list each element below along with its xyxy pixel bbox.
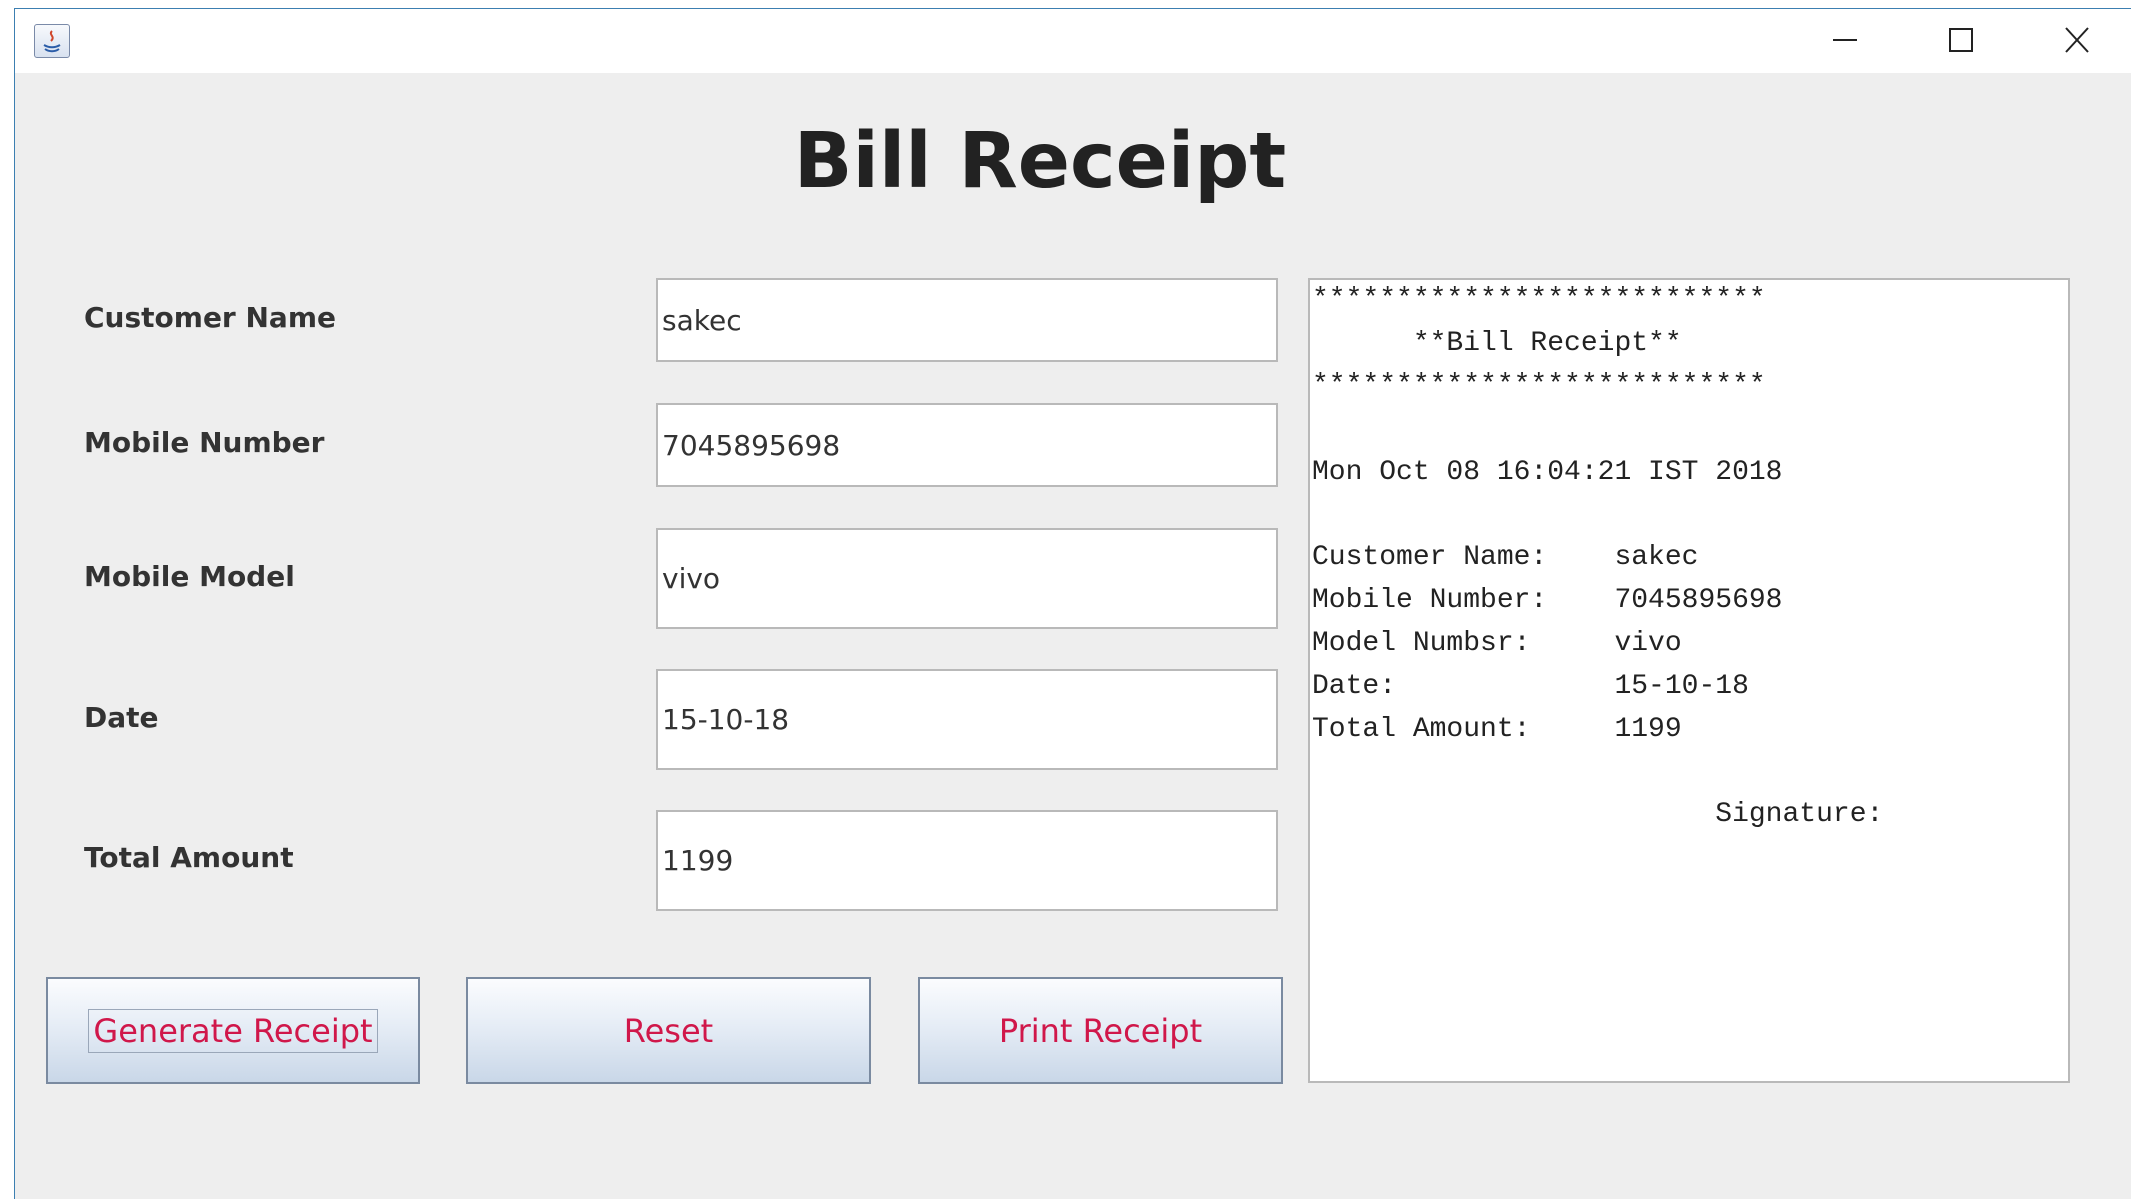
customer-name-input[interactable]: [656, 278, 1278, 362]
customer-name-label: Customer Name: [84, 301, 336, 334]
receipt-timestamp: Mon Oct 08 16:04:21 IST 2018: [1312, 457, 1783, 488]
total-amount-label: Total Amount: [84, 841, 294, 874]
receipt-signature: Signature:: [1312, 799, 1884, 830]
minimize-button[interactable]: [1815, 17, 1875, 63]
total-amount-input[interactable]: [656, 810, 1278, 911]
app-window: Bill Receipt Customer Name Mobile Number…: [14, 8, 2131, 1199]
receipt-total-line: Total Amount: 1199: [1312, 714, 1682, 745]
generate-receipt-label: Generate Receipt: [88, 1008, 378, 1053]
receipt-stars-top: ***************************: [1312, 284, 1766, 315]
reset-button[interactable]: Reset: [466, 977, 871, 1084]
print-receipt-button[interactable]: Print Receipt: [918, 977, 1283, 1084]
date-label: Date: [84, 701, 159, 734]
maximize-button[interactable]: [1931, 17, 1991, 63]
mobile-number-input[interactable]: [656, 403, 1278, 487]
mobile-number-label: Mobile Number: [84, 426, 325, 459]
generate-receipt-button[interactable]: Generate Receipt: [46, 977, 420, 1084]
receipt-model-line: Model Numbsr: vivo: [1312, 628, 1682, 659]
mobile-model-label: Mobile Model: [84, 560, 295, 593]
receipt-title: **Bill Receipt**: [1312, 328, 1682, 359]
receipt-date-line: Date: 15-10-18: [1312, 671, 1749, 702]
maximize-icon: [1949, 28, 1973, 52]
receipt-text-area[interactable]: *************************** **Bill Recei…: [1308, 278, 2070, 1083]
receipt-customer-line: Customer Name: sakec: [1312, 542, 1699, 573]
receipt-stars-bottom: ***************************: [1312, 370, 1766, 401]
receipt-mobile-line: Mobile Number: 7045895698: [1312, 585, 1783, 616]
minimize-icon: [1833, 39, 1857, 41]
mobile-model-input[interactable]: [656, 528, 1278, 629]
date-input[interactable]: [656, 669, 1278, 770]
title-bar: [15, 9, 2131, 73]
close-button[interactable]: [2047, 17, 2107, 63]
close-icon: [2065, 27, 2089, 53]
page-title: Bill Receipt: [793, 117, 1287, 206]
java-app-icon[interactable]: [34, 24, 70, 58]
